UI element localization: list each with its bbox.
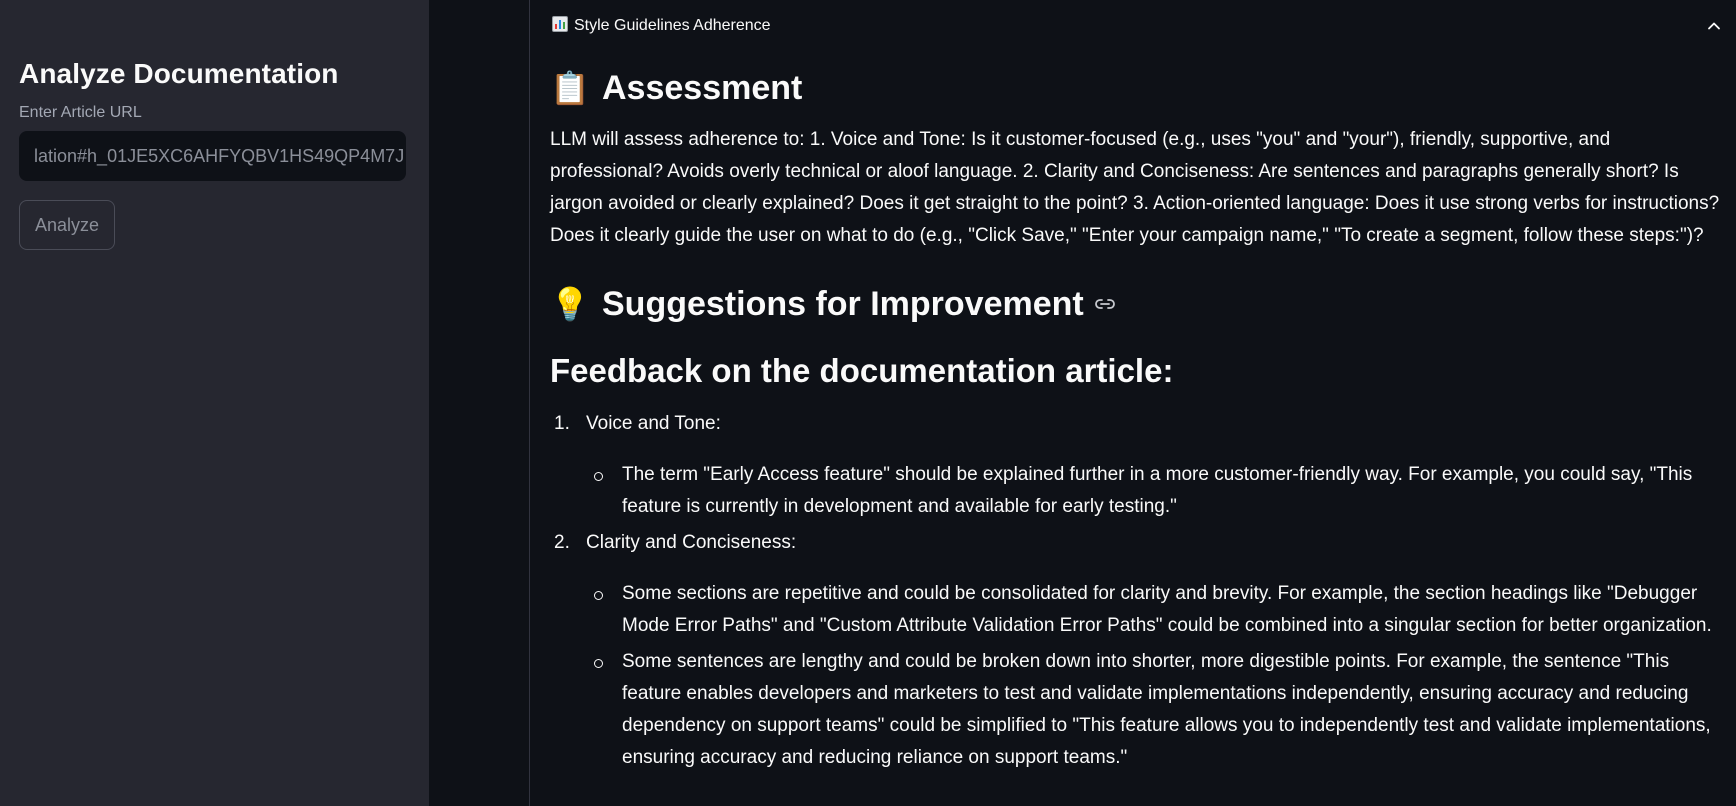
expander-header[interactable]: Style Guidelines Adherence xyxy=(530,0,1736,52)
expander-title: Style Guidelines Adherence xyxy=(574,17,771,34)
main-area: Style Guidelines Adherence 📋 Assessment … xyxy=(429,0,1736,806)
sub-list: Some sections are repetitive and could b… xyxy=(586,578,1726,774)
feedback-heading: Feedback on the documentation article: xyxy=(550,352,1174,389)
assessment-heading-text: Assessment xyxy=(602,68,803,107)
list-item: 2. Clarity and Conciseness: Some section… xyxy=(550,527,1726,774)
bar-chart-icon xyxy=(552,15,568,37)
list-item-title: Clarity and Conciseness: xyxy=(586,532,797,553)
sub-list: The term "Early Access feature" should b… xyxy=(586,459,1726,523)
style-guidelines-expander: Style Guidelines Adherence 📋 Assessment … xyxy=(529,0,1736,806)
feedback-list: 1. Voice and Tone: The term "Early Acces… xyxy=(550,408,1726,774)
sidebar-title: Analyze Documentation xyxy=(19,58,339,89)
assessment-heading: 📋 Assessment xyxy=(550,66,1726,110)
list-item-number: 1. xyxy=(554,413,570,434)
link-icon[interactable] xyxy=(1094,297,1116,311)
clipboard-icon: 📋 xyxy=(550,70,590,106)
list-item-number: 2. xyxy=(554,532,570,553)
sub-list-item: Some sentences are lengthy and could be … xyxy=(586,646,1726,774)
analyze-button[interactable]: Analyze xyxy=(19,200,116,250)
expander-content: 📋 Assessment LLM will assess adherence t… xyxy=(530,66,1736,774)
article-url-input[interactable]: lation#h_01JE5XC6AHFYQBV1HS49QP4M7J xyxy=(19,131,406,181)
chevron-up-icon[interactable] xyxy=(1702,14,1726,38)
url-field-label: Enter Article URL xyxy=(19,104,142,121)
assessment-text: LLM will assess adherence to: 1. Voice a… xyxy=(550,129,1720,246)
sub-list-item: The term "Early Access feature" should b… xyxy=(586,459,1726,523)
sub-list-item: Some sections are repetitive and could b… xyxy=(586,578,1726,642)
suggestions-heading: 💡 Suggestions for Improvement xyxy=(550,282,1726,326)
list-item: 1. Voice and Tone: The term "Early Acces… xyxy=(550,408,1726,523)
lightbulb-icon: 💡 xyxy=(550,286,590,322)
sidebar: Analyze Documentation Enter Article URL … xyxy=(0,0,429,806)
list-item-title: Voice and Tone: xyxy=(586,413,721,434)
suggestions-heading-text: Suggestions for Improvement xyxy=(602,284,1084,323)
